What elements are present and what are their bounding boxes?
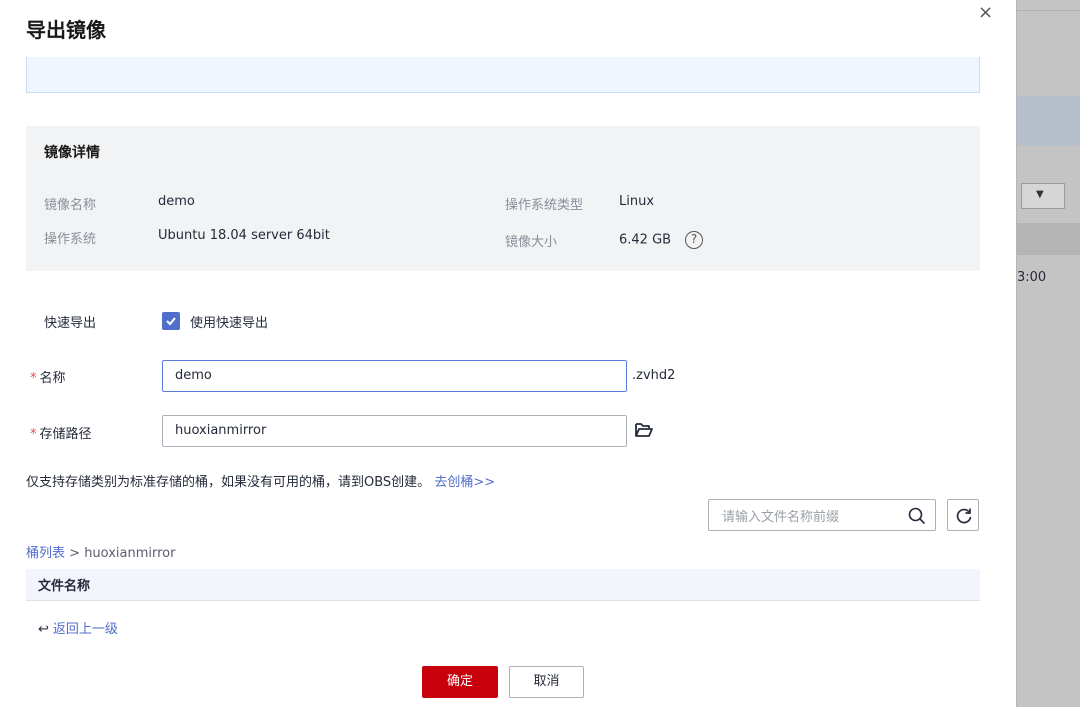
- background-highlight-row: [1017, 96, 1080, 146]
- file-table-header: 文件名称: [26, 569, 980, 601]
- folder-icon[interactable]: [634, 421, 654, 439]
- bucket-hint-text: 仅支持存储类别为标准存储的桶，如果没有可用的桶，请到OBS创建。: [26, 475, 431, 490]
- search-placeholder: 请输入文件名称前缀: [722, 510, 840, 525]
- file-search-input[interactable]: 请输入文件名称前缀: [708, 499, 936, 531]
- export-image-dialog: 导出镜像 × 镜像详情 镜像名称 demo 操作系统类型 Linux 操作系统 …: [0, 0, 1016, 707]
- fast-export-checkbox[interactable]: [162, 312, 180, 330]
- back-link[interactable]: ↩ 返回上一级: [38, 618, 118, 637]
- name-label-text: 名称: [39, 371, 66, 386]
- image-size-value: 6.42 GB?: [619, 231, 704, 249]
- os-type-value: Linux: [619, 194, 655, 209]
- close-icon[interactable]: ×: [978, 2, 993, 23]
- os-label: 操作系统: [44, 232, 97, 247]
- background-select: ▼: [1021, 183, 1065, 209]
- background-table-header: [1017, 223, 1080, 255]
- image-name-value: demo: [158, 194, 195, 209]
- image-name-label: 镜像名称: [44, 198, 97, 213]
- background-page: ▼ 3:00: [1016, 0, 1080, 707]
- breadcrumb-separator: >: [65, 546, 85, 561]
- refresh-icon: [956, 508, 972, 524]
- required-mark: *: [30, 427, 37, 442]
- image-details-panel: 镜像详情 镜像名称 demo 操作系统类型 Linux 操作系统 Ubuntu …: [26, 126, 980, 271]
- checkmark-icon: [166, 317, 176, 326]
- image-size-label: 镜像大小: [505, 235, 558, 250]
- chevron-down-icon: ▼: [1036, 189, 1044, 200]
- breadcrumb-current: huoxianmirror: [84, 546, 176, 561]
- confirm-button[interactable]: 确定: [422, 666, 498, 698]
- notice-banner: [26, 57, 980, 93]
- back-link-label[interactable]: 返回上一级: [53, 622, 118, 637]
- os-value: Ubuntu 18.04 server 64bit: [158, 228, 330, 243]
- name-suffix: .zvhd2: [632, 368, 676, 383]
- breadcrumb: 桶列表 > huoxianmirror: [26, 542, 175, 561]
- help-icon[interactable]: ?: [685, 231, 704, 249]
- refresh-button[interactable]: [947, 499, 979, 531]
- image-size-text: 6.42 GB: [619, 232, 672, 248]
- dialog-title: 导出镜像: [26, 18, 106, 42]
- search-icon[interactable]: [907, 506, 927, 526]
- storage-path-input[interactable]: huoxianmirror: [162, 415, 627, 447]
- create-bucket-link[interactable]: 去创桶>>: [434, 475, 495, 490]
- storage-path-label-text: 存储路径: [39, 427, 92, 442]
- breadcrumb-bucket-list[interactable]: 桶列表: [26, 546, 65, 561]
- name-input[interactable]: demo: [162, 360, 627, 392]
- background-divider: [1017, 10, 1080, 11]
- details-heading: 镜像详情: [44, 145, 100, 161]
- column-file-name: 文件名称: [38, 579, 91, 594]
- os-type-label: 操作系统类型: [505, 198, 584, 213]
- storage-path-label: * 存储路径: [30, 423, 92, 442]
- name-field-label: * 名称: [30, 367, 66, 386]
- required-mark: *: [30, 371, 37, 386]
- fast-export-label: 快速导出: [44, 316, 97, 331]
- bucket-hint: 仅支持存储类别为标准存储的桶，如果没有可用的桶，请到OBS创建。 去创桶>>: [26, 471, 495, 490]
- cancel-button[interactable]: 取消: [509, 666, 584, 698]
- fast-export-checkbox-label[interactable]: 使用快速导出: [190, 312, 268, 331]
- back-arrow-icon: ↩: [38, 622, 49, 637]
- background-time-text: 3:00: [1017, 270, 1047, 285]
